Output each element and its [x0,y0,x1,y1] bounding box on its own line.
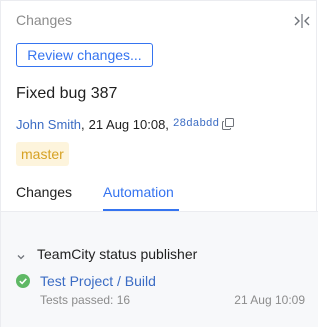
section-label: TeamCity status publisher [37,246,198,262]
tests-summary-row: Tests passed: 16 21 Aug 10:09 [40,293,305,307]
branch-badge: master [16,142,69,166]
collapse-panel-icon[interactable] [293,13,311,29]
commit-date: 21 Aug 10:08, [88,116,169,132]
build-date: 21 Aug 10:09 [234,293,305,307]
tab-changes[interactable]: Changes [16,183,72,201]
build-link[interactable]: Test Project / Build [40,273,156,289]
commit-hash-link[interactable]: 28dabdd [173,118,219,130]
meta-separator: , [81,116,85,132]
tests-summary: Tests passed: 16 [40,293,131,307]
tab-automation[interactable]: Automation [103,183,174,201]
panel-title: Changes [16,12,73,28]
success-check-icon [16,274,30,288]
automation-content [1,212,318,327]
commit-title: Fixed bug 387 [16,85,118,102]
copy-icon[interactable] [222,118,235,130]
review-changes-button[interactable]: Review changes... [16,43,153,67]
build-row: Test Project / Build [16,272,306,290]
commit-author-link[interactable]: John Smith [16,117,81,132]
chevron-down-icon [16,249,26,260]
changes-panel: Changes Review changes... Fixed bug 387 … [0,0,318,327]
teamcity-section-header[interactable]: TeamCity status publisher [16,246,197,262]
commit-meta: John Smith , 21 Aug 10:08, 28dabdd [16,116,235,132]
